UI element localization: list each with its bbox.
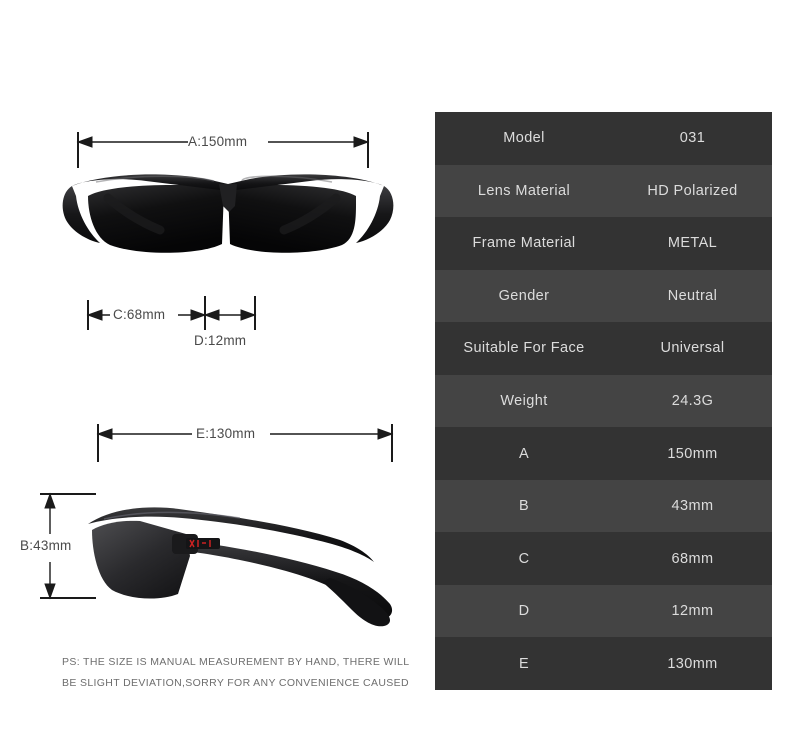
spec-value: 12mm [671,603,714,620]
spec-value: Universal [660,340,725,357]
dimension-label-c: C:68mm [113,307,166,322]
table-row: E 130mm [435,637,772,691]
table-row: Gender Neutral [435,269,772,323]
table-row: Lens Material HD Polarized [435,164,772,218]
spec-value: METAL [667,235,718,252]
spec-value: 150mm [667,445,718,462]
table-row: D 12mm [435,584,772,638]
spec-label: Weight [500,393,548,409]
spec-label: A [518,445,530,462]
table-row: C 68mm [435,532,772,585]
spec-label: B [518,498,530,515]
spec-label: D [518,603,530,620]
spec-value: HD Polarized [647,182,738,199]
table-row: Model 031 [435,112,772,165]
disclaimer-line-1: PS: THE SIZE IS MANUAL MEASUREMENT BY HA… [62,656,410,668]
spec-label: Frame Material [472,235,576,252]
table-row: Frame Material METAL [435,217,772,270]
disclaimer-line-2: BE SLIGHT DEVIATION,SORRY FOR ANY CONVEN… [62,677,409,689]
spec-value: Neutral [667,287,718,304]
spec-label: Lens Material [477,182,571,199]
spec-label: E [518,655,530,672]
spec-value: 68mm [671,550,714,567]
spec-value: 43mm [671,498,714,515]
table-row: B 43mm [435,479,772,533]
disclaimer-note: PS: THE SIZE IS MANUAL MEASUREMENT BY HA… [62,652,412,694]
spec-label: C [518,550,530,567]
specification-table: Model 031 Lens Material HD Polarized Fra… [435,112,772,691]
spec-value: 031 [679,130,706,147]
spec-value: 130mm [667,655,718,672]
side-view-group [88,507,393,627]
dimension-label-a: A:150mm [188,134,248,149]
spec-value: 24.3G [671,393,714,409]
dimension-label-d: D:12mm [194,333,247,348]
spec-label: Gender [498,287,550,304]
sunglasses-front-view [40,132,394,627]
table-row: Suitable For Face Universal [435,322,772,375]
table-row: Weight 24.3G [435,374,772,428]
spec-label: Suitable For Face [463,340,585,357]
dimension-label-e: E:130mm [196,426,256,441]
table-row: A 150mm [435,427,772,480]
spec-label: Model [503,130,545,147]
temple-brand-mark [186,538,220,549]
dimension-label-b: B:43mm [20,538,72,553]
front-view-group [62,174,394,253]
diagram-panel: A:150mm C:68mm D:12mm E:130mm B:43mm PS:… [0,0,430,744]
